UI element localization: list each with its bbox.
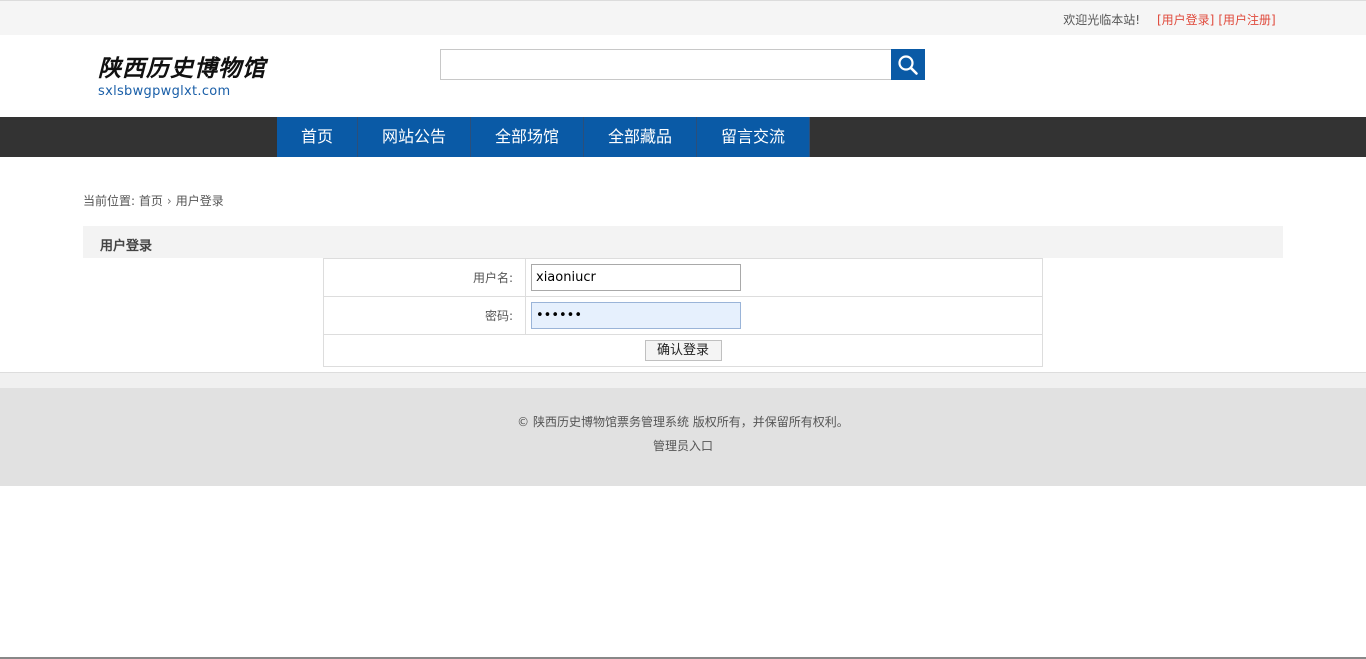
logo-title: 陕西历史博物馆 (98, 55, 266, 82)
chevron-right-icon: › (166, 194, 172, 208)
login-form: 用户名: 密码: 确认登录 (323, 258, 1043, 367)
site-logo[interactable]: 陕西历史博物馆 sxlsbwgpwglxt.com (98, 53, 268, 103)
nav-item-collections[interactable]: 全部藏品 (584, 117, 697, 157)
logo-domain: sxlsbwgpwglxt.com (98, 84, 231, 99)
admin-entry-link[interactable]: 管理员入口 (653, 439, 713, 453)
search-icon (898, 54, 918, 75)
form-row-submit: 确认登录 (323, 334, 1043, 367)
register-link[interactable]: [用户注册] (1218, 13, 1275, 27)
search-button[interactable] (891, 49, 925, 80)
welcome-text: 欢迎光临本站! (1063, 13, 1140, 27)
search-input[interactable] (440, 49, 892, 80)
breadcrumb-home[interactable]: 首页 (139, 194, 163, 208)
nav-item-announcements[interactable]: 网站公告 (358, 117, 471, 157)
username-label: 用户名: (323, 258, 526, 297)
top-bar: 欢迎光临本站! [用户登录] [用户注册] (0, 0, 1366, 35)
breadcrumb-current: 用户登录 (175, 194, 224, 208)
password-label: 密码: (323, 296, 526, 335)
footer-divider (0, 372, 1366, 388)
main-nav: 首页 网站公告 全部场馆 全部藏品 留言交流 (0, 117, 1366, 157)
password-input[interactable] (531, 302, 741, 329)
copyright-text: © 陕西历史博物馆票务管理系统 版权所有，并保留所有权利。 (517, 415, 849, 429)
nav-item-messages[interactable]: 留言交流 (697, 117, 810, 157)
panel-title: 用户登录 (100, 239, 153, 254)
form-row-username: 用户名: (323, 258, 1043, 297)
form-row-password: 密码: (323, 296, 1043, 335)
breadcrumb: 当前位置: 首页 › 用户登录 (83, 192, 224, 209)
footer: © 陕西历史博物馆票务管理系统 版权所有，并保留所有权利。 管理员入口 (0, 388, 1366, 486)
nav-item-venues[interactable]: 全部场馆 (471, 117, 584, 157)
top-links: [用户登录] [用户注册] (1157, 11, 1280, 28)
username-input[interactable] (531, 264, 741, 291)
search-box (440, 49, 926, 80)
login-link[interactable]: [用户登录] (1157, 13, 1214, 27)
submit-login-button[interactable]: 确认登录 (644, 340, 722, 361)
breadcrumb-prefix: 当前位置: (83, 194, 136, 208)
nav-item-home[interactable]: 首页 (277, 117, 358, 157)
panel-header: 用户登录 (83, 226, 1283, 258)
header: 陕西历史博物馆 sxlsbwgpwglxt.com (0, 35, 1366, 117)
